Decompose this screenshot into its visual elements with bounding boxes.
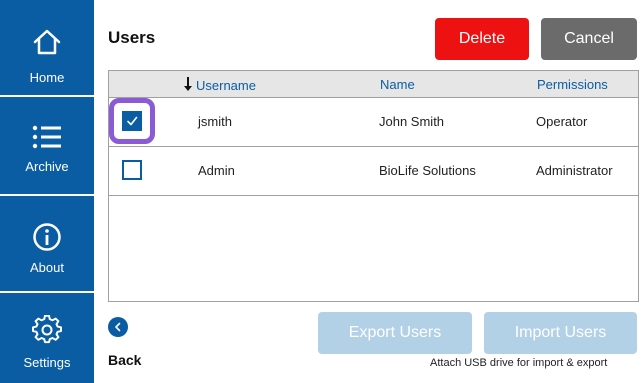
info-icon xyxy=(0,222,94,252)
sidebar-item-label: About xyxy=(30,260,64,275)
checkmark-icon xyxy=(127,116,138,126)
username-cell: Admin xyxy=(198,163,235,178)
back-button[interactable]: Back xyxy=(108,317,148,368)
usb-hint-text: Attach USB drive for import & export xyxy=(430,357,608,369)
export-users-button[interactable]: Export Users xyxy=(318,312,472,354)
table-row[interactable]: jsmith John Smith Operator xyxy=(109,98,638,147)
username-cell: jsmith xyxy=(198,114,232,129)
row-select-cell xyxy=(109,147,155,194)
table-row[interactable]: Admin BioLife Solutions Administrator xyxy=(109,147,638,196)
back-label: Back xyxy=(108,352,142,368)
row-checkbox[interactable] xyxy=(122,111,142,131)
sidebar-item-label: Home xyxy=(29,70,65,85)
sidebar-item-home[interactable]: Home xyxy=(0,0,94,97)
sort-down-arrow-icon xyxy=(184,77,192,94)
permissions-cell: Administrator xyxy=(536,163,613,178)
column-header-name[interactable]: Name xyxy=(380,77,415,92)
column-header-permissions[interactable]: Permissions xyxy=(537,77,608,92)
sidebar-item-archive[interactable]: Archive xyxy=(0,97,94,196)
sidebar-item-settings[interactable]: Settings xyxy=(0,293,94,383)
sidebar-item-label: Settings xyxy=(23,355,71,370)
home-icon xyxy=(0,28,94,56)
row-checkbox[interactable] xyxy=(122,160,142,180)
table-header: Username Name Permissions xyxy=(109,71,638,98)
column-header-username[interactable]: Username xyxy=(184,77,256,94)
users-table: Username Name Permissions jsmith John Sm… xyxy=(108,70,639,302)
gear-icon xyxy=(0,315,94,345)
import-users-button[interactable]: Import Users xyxy=(484,312,637,354)
sidebar-item-label: Archive xyxy=(25,159,69,174)
permissions-cell: Operator xyxy=(536,114,588,129)
sidebar-item-about[interactable]: About xyxy=(0,196,94,293)
chevron-left-icon xyxy=(108,317,128,337)
sidebar: Home Archive About Settings xyxy=(0,0,94,383)
list-icon xyxy=(0,124,94,150)
page-title: Users xyxy=(108,28,156,47)
delete-button[interactable]: Delete xyxy=(435,18,529,60)
column-header-label: Username xyxy=(196,78,256,93)
cancel-button[interactable]: Cancel xyxy=(541,18,637,60)
name-cell: John Smith xyxy=(379,114,445,129)
row-select-cell xyxy=(109,98,155,145)
name-cell: BioLife Solutions xyxy=(379,163,476,178)
